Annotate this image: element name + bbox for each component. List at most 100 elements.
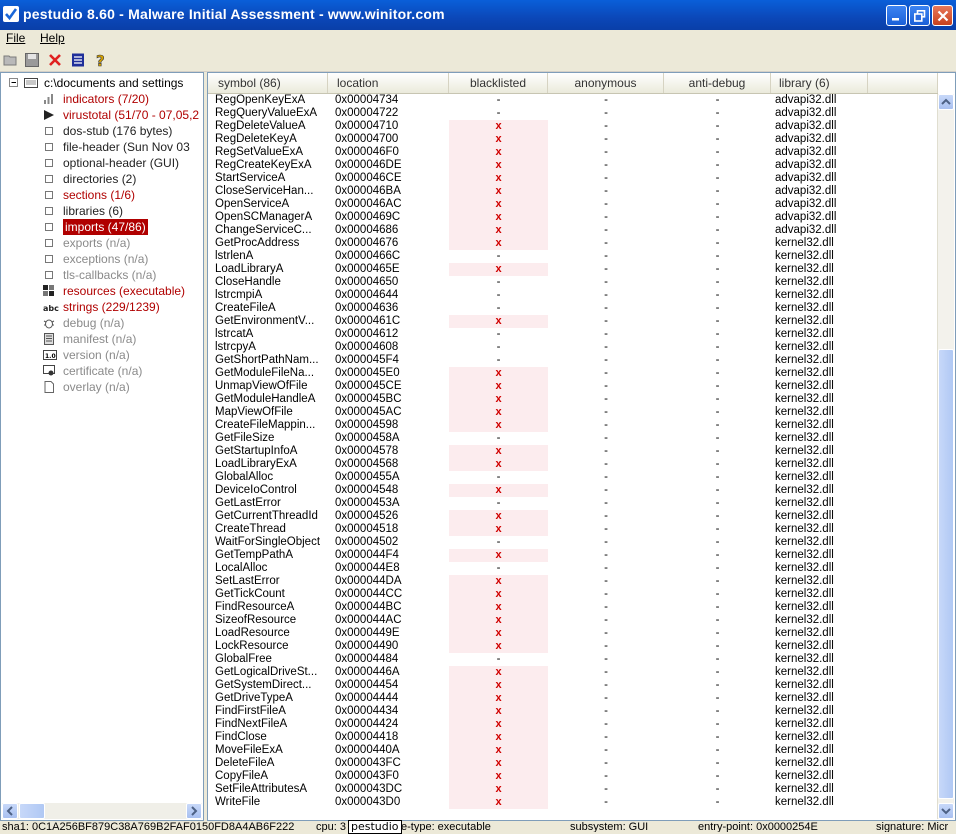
- menu-help[interactable]: Help: [40, 31, 65, 45]
- symbol-cell: FindClose: [215, 731, 267, 743]
- table-row[interactable]: OpenServiceA 0x000046AC x - - advapi32.dll: [208, 198, 938, 211]
- tree-scroll-thumb[interactable]: [19, 803, 45, 819]
- table-row[interactable]: ChangeServiceC... 0x00004686 x - - advapi32.d…: [208, 224, 938, 237]
- table-row[interactable]: GetProcAddress 0x00004676 x - - kernel32.dll: [208, 237, 938, 250]
- help-icon[interactable]: ?: [93, 52, 109, 71]
- table-row[interactable]: RegDeleteValueA 0x00004710 x - - advapi32.dll: [208, 120, 938, 133]
- table-row[interactable]: CloseHandle 0x00004650 - - - kernel32.dll: [208, 276, 938, 289]
- table-row[interactable]: DeviceIoControl 0x00004548 x - - kernel32.dll: [208, 484, 938, 497]
- table-row[interactable]: CopyFileA 0x000043F0 x - - kernel32.dll: [208, 770, 938, 783]
- table-row[interactable]: GetModuleHandleA 0x000045BC x - - kernel32.dl…: [208, 393, 938, 406]
- table-row[interactable]: GetLogicalDriveSt... 0x0000446A x - - kernel3…: [208, 666, 938, 679]
- symbol-cell: lstrcatA: [215, 328, 254, 340]
- table-row[interactable]: GetLastError 0x0000453A - - - kernel32.dll: [208, 497, 938, 510]
- table-row[interactable]: SizeofResource 0x000044AC x - - kernel32.dll: [208, 614, 938, 627]
- delete-icon[interactable]: [47, 52, 63, 68]
- library-cell: advapi32.dll: [775, 211, 837, 223]
- table-row[interactable]: lstrlenA 0x0000466C - - - kernel32.dll: [208, 250, 938, 263]
- table-row[interactable]: LockResource 0x00004490 x - - kernel32.dll: [208, 640, 938, 653]
- column-header-anonymous[interactable]: anonymous: [548, 73, 664, 93]
- table-row[interactable]: DeleteFileA 0x000043FC x - - kernel32.dll: [208, 757, 938, 770]
- table-row[interactable]: GlobalFree 0x00004484 - - - kernel32.dll: [208, 653, 938, 666]
- table-row[interactable]: lstrcatA 0x00004612 - - - kernel32.dll: [208, 328, 938, 341]
- close-button[interactable]: [932, 5, 953, 26]
- table-row[interactable]: lstrcmpiA 0x00004644 - - - kernel32.dll: [208, 289, 938, 302]
- menu-file[interactable]: File: [6, 31, 25, 45]
- column-header-library[interactable]: library (6): [771, 73, 868, 93]
- table-row[interactable]: RegOpenKeyExA 0x00004734 - - - advapi32.dll: [208, 94, 938, 107]
- table-row[interactable]: FindNextFileA 0x00004424 x - - kernel32.dll: [208, 718, 938, 731]
- location-cell: 0x00004490: [335, 640, 399, 652]
- table-row[interactable]: GetModuleFileNa... 0x000045E0 x - - kernel32.…: [208, 367, 938, 380]
- table-row[interactable]: GetSystemDirect... 0x00004454 x - - kernel32.…: [208, 679, 938, 692]
- list-scroll-thumb[interactable]: [938, 349, 954, 799]
- library-cell: kernel32.dll: [775, 276, 834, 288]
- table-row[interactable]: RegSetValueExA 0x000046F0 x - - advapi32.dll: [208, 146, 938, 159]
- table-row[interactable]: CloseServiceHan... 0x000046BA x - - advapi32.…: [208, 185, 938, 198]
- table-row[interactable]: GetFileSize 0x0000458A - - - kernel32.dll: [208, 432, 938, 445]
- table-row[interactable]: LoadLibraryExA 0x00004568 x - - kernel32.dll: [208, 458, 938, 471]
- blacklisted-value: -: [496, 94, 501, 106]
- table-row[interactable]: GetShortPathNam... 0x000045F4 - - - kernel32.…: [208, 354, 938, 367]
- table-row[interactable]: lstrcpyA 0x00004608 - - - kernel32.dll: [208, 341, 938, 354]
- table-row[interactable]: GetCurrentThreadId 0x00004526 x - - kernel32.…: [208, 510, 938, 523]
- tree-horizontal-scrollbar[interactable]: [2, 803, 202, 819]
- table-row[interactable]: RegCreateKeyExA 0x000046DE x - - advapi32.dll: [208, 159, 938, 172]
- column-header-anti-debug[interactable]: anti-debug: [664, 73, 771, 93]
- table-row[interactable]: LoadLibraryA 0x0000465E x - - kernel32.dll: [208, 263, 938, 276]
- table-row[interactable]: OpenSCManagerA 0x0000469C x - - advapi32.dll: [208, 211, 938, 224]
- column-header-location[interactable]: location: [328, 73, 449, 93]
- anonymous-value: -: [604, 575, 608, 587]
- scroll-left-button[interactable]: [2, 803, 18, 819]
- table-row[interactable]: FindFirstFileA 0x00004434 x - - kernel32.dll: [208, 705, 938, 718]
- table-row[interactable]: GetStartupInfoA 0x00004578 x - - kernel32.dll: [208, 445, 938, 458]
- list-icon[interactable]: [70, 52, 86, 68]
- table-row[interactable]: CreateThread 0x00004518 x - - kernel32.dll: [208, 523, 938, 536]
- symbol-cell: StartServiceA: [215, 172, 286, 184]
- table-row[interactable]: SetLastError 0x000044DA x - - kernel32.dll: [208, 575, 938, 588]
- list-vertical-scrollbar[interactable]: [937, 94, 954, 819]
- table-row[interactable]: GetTempPathA 0x000044F4 x - - kernel32.dll: [208, 549, 938, 562]
- table-row[interactable]: GetEnvironmentV... 0x0000461C x - - kernel32.…: [208, 315, 938, 328]
- table-row[interactable]: GlobalAlloc 0x0000455A - - - kernel32.dll: [208, 471, 938, 484]
- symbol-cell: GetStartupInfoA: [215, 445, 298, 457]
- table-row[interactable]: CreateFileMappin... 0x00004598 x - - kernel32…: [208, 419, 938, 432]
- table-row[interactable]: WaitForSingleObject 0x00004502 - - - kernel32…: [208, 536, 938, 549]
- table-row[interactable]: FindResourceA 0x000044BC x - - kernel32.dll: [208, 601, 938, 614]
- table-row[interactable]: MapViewOfFile 0x000045AC x - - kernel32.dll: [208, 406, 938, 419]
- symbol-cell: CopyFileA: [215, 770, 269, 782]
- scroll-right-button[interactable]: [186, 803, 202, 819]
- table-row[interactable]: RegDeleteKeyA 0x00004700 x - - advapi32.dll: [208, 133, 938, 146]
- table-row[interactable]: StartServiceA 0x000046CE x - - advapi32.dll: [208, 172, 938, 185]
- symbol-cell: FindResourceA: [215, 601, 295, 613]
- column-header-blacklisted[interactable]: blacklisted: [449, 73, 548, 93]
- save-icon[interactable]: [24, 52, 40, 68]
- minimize-button[interactable]: [886, 5, 907, 26]
- location-cell: 0x0000449E: [335, 627, 400, 639]
- table-row[interactable]: RegQueryValueExA 0x00004722 - - - advapi32.dl…: [208, 107, 938, 120]
- collapse-toggle-icon[interactable]: [9, 78, 18, 87]
- library-cell: kernel32.dll: [775, 419, 834, 431]
- scroll-up-button[interactable]: [938, 94, 954, 110]
- table-row[interactable]: WriteFile 0x000043D0 x - - kernel32.dll: [208, 796, 938, 809]
- table-row[interactable]: MoveFileExA 0x0000440A x - - kernel32.dll: [208, 744, 938, 757]
- anti-debug-value: -: [715, 380, 720, 392]
- library-cell: kernel32.dll: [775, 718, 834, 730]
- certificate-icon: [43, 365, 55, 377]
- table-row[interactable]: FindClose 0x00004418 x - - kernel32.dll: [208, 731, 938, 744]
- anti-debug-value: -: [715, 575, 720, 587]
- table-row[interactable]: GetTickCount 0x000044CC x - - kernel32.dll: [208, 588, 938, 601]
- location-cell: 0x000046CE: [335, 172, 402, 184]
- library-cell: kernel32.dll: [775, 679, 834, 691]
- table-row[interactable]: UnmapViewOfFile 0x000045CE x - - kernel32.dll: [208, 380, 938, 393]
- open-folder-icon[interactable]: [3, 52, 19, 68]
- table-row[interactable]: CreateFileA 0x00004636 - - - kernel32.dll: [208, 302, 938, 315]
- restore-button[interactable]: [909, 5, 930, 26]
- table-row[interactable]: GetDriveTypeA 0x00004444 x - - kernel32.dll: [208, 692, 938, 705]
- column-header-symbol[interactable]: symbol (86): [208, 73, 328, 93]
- table-row[interactable]: SetFileAttributesA 0x000043DC x - - kernel32.…: [208, 783, 938, 796]
- table-row[interactable]: LocalAlloc 0x000044E8 - - - kernel32.dll: [208, 562, 938, 575]
- scroll-down-button[interactable]: [938, 803, 954, 819]
- table-row[interactable]: LoadResource 0x0000449E x - - kernel32.dll: [208, 627, 938, 640]
- blacklisted-value: x: [495, 627, 502, 639]
